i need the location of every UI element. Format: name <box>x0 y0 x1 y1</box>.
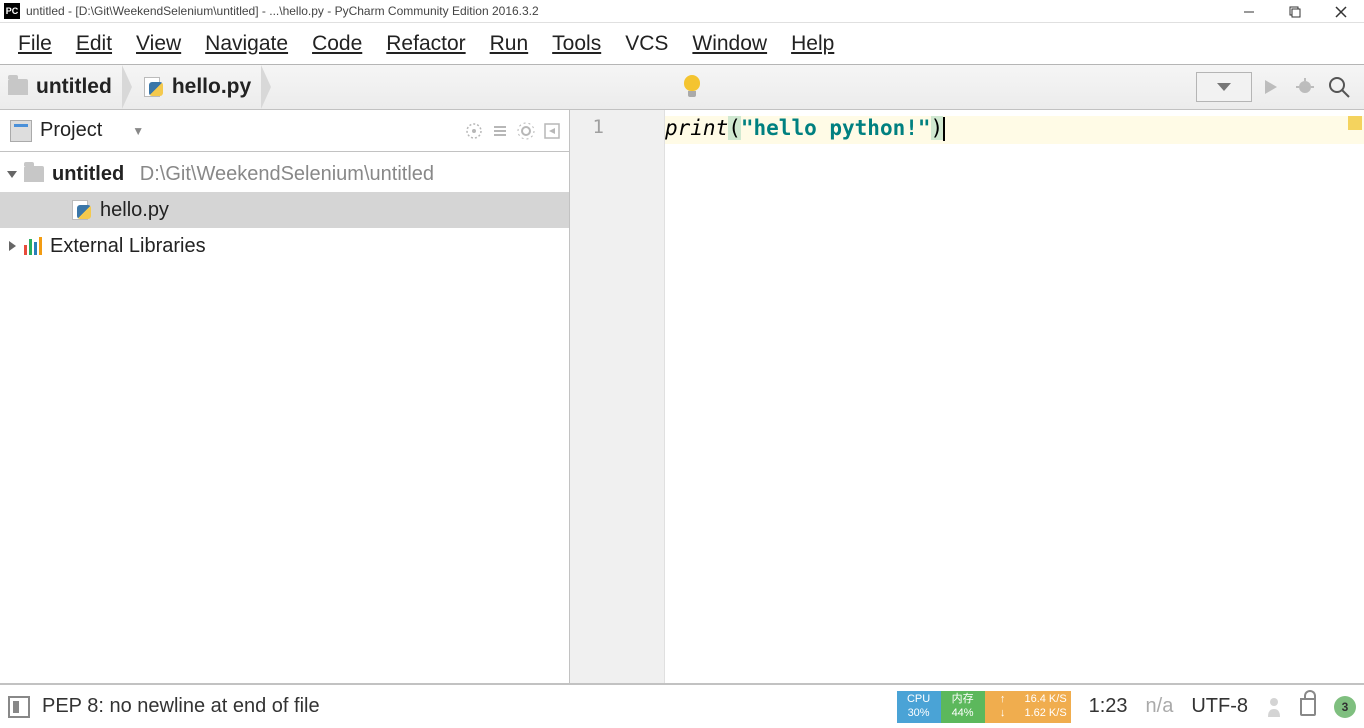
file-encoding[interactable]: UTF-8 <box>1191 695 1248 718</box>
inspections-indicator-icon[interactable] <box>1266 697 1282 717</box>
project-panel-title: Project <box>40 119 102 142</box>
chevron-down-icon[interactable]: ▼ <box>132 124 144 138</box>
intention-bulb-icon[interactable] <box>682 75 702 99</box>
breadcrumb: untitled hello.py <box>0 65 261 109</box>
tree-root-label: untitled D:\Git\WeekendSelenium\untitled <box>52 163 434 186</box>
project-tree[interactable]: untitled D:\Git\WeekendSelenium\untitled… <box>0 152 569 683</box>
inspection-marker-icon[interactable] <box>1348 116 1362 130</box>
menu-file[interactable]: File <box>6 32 64 56</box>
folder-icon <box>8 79 28 95</box>
menu-edit[interactable]: Edit <box>64 32 124 56</box>
tree-file-label: hello.py <box>100 199 169 222</box>
breadcrumb-project-label: untitled <box>36 75 112 99</box>
tool-windows-toggle-icon[interactable] <box>8 696 30 718</box>
tree-project-root[interactable]: untitled D:\Git\WeekendSelenium\untitled <box>0 156 569 192</box>
tree-file-hello[interactable]: hello.py <box>0 192 569 228</box>
breadcrumb-project[interactable]: untitled <box>0 65 122 109</box>
expand-toggle-icon[interactable] <box>0 240 24 252</box>
project-tool-window: Project ▼ <box>0 110 570 683</box>
main-area: Project ▼ <box>0 110 1364 684</box>
title-bar: PC untitled - [D:\Git\WeekendSelenium\un… <box>0 0 1364 23</box>
project-view-icon <box>10 120 32 142</box>
menu-window[interactable]: Window <box>680 32 779 56</box>
collapse-all-icon[interactable] <box>491 122 509 140</box>
menu-help[interactable]: Help <box>779 32 846 56</box>
cursor-position[interactable]: 1:23 <box>1089 695 1128 718</box>
run-config-dropdown[interactable] <box>1196 72 1252 102</box>
menu-navigate[interactable]: Navigate <box>193 32 300 56</box>
tree-external-label: External Libraries <box>50 235 206 258</box>
python-file-icon <box>72 200 92 220</box>
debug-button[interactable] <box>1290 72 1320 102</box>
window-title: untitled - [D:\Git\WeekendSelenium\untit… <box>26 4 539 18</box>
menu-tools[interactable]: Tools <box>540 32 613 56</box>
tree-external-libraries[interactable]: External Libraries <box>0 228 569 264</box>
menu-code[interactable]: Code <box>300 32 374 56</box>
menu-view[interactable]: View <box>124 32 193 56</box>
status-message: PEP 8: no newline at end of file <box>42 695 320 718</box>
system-monitor-widget[interactable]: CPU 30% 内存 44% ↑ ↓ 16.4 K/S 1.62 K/S <box>897 691 1071 723</box>
python-file-icon <box>144 77 164 97</box>
notifications-badge[interactable]: 3 <box>1334 696 1356 718</box>
settings-gear-icon[interactable] <box>517 122 535 140</box>
menu-vcs[interactable]: VCS <box>613 32 680 56</box>
breadcrumb-file[interactable]: hello.py <box>122 65 261 109</box>
code-editor[interactable]: 1 print("hello python!") <box>570 110 1364 683</box>
text-cursor <box>943 117 945 141</box>
read-only-lock-icon[interactable] <box>1300 698 1316 716</box>
breadcrumb-file-label: hello.py <box>172 75 251 99</box>
libraries-icon <box>24 237 42 255</box>
run-button[interactable] <box>1256 72 1286 102</box>
project-panel-header[interactable]: Project ▼ <box>0 110 569 152</box>
code-line[interactable]: print("hello python!") <box>665 116 1364 144</box>
menu-bar: File Edit View Navigate Code Refactor Ru… <box>0 23 1364 65</box>
search-everywhere-button[interactable] <box>1324 72 1354 102</box>
folder-icon <box>24 166 44 182</box>
line-separator[interactable]: n/a <box>1146 695 1174 718</box>
status-bar: PEP 8: no newline at end of file CPU 30%… <box>0 684 1364 728</box>
maximize-button[interactable] <box>1272 0 1318 23</box>
toolbar-right <box>1196 65 1354 109</box>
minimize-button[interactable] <box>1226 0 1272 23</box>
close-button[interactable] <box>1318 0 1364 23</box>
window-controls <box>1226 0 1364 23</box>
scroll-from-source-icon[interactable] <box>465 122 483 140</box>
expand-toggle-icon[interactable] <box>0 168 24 180</box>
navigation-bar: untitled hello.py <box>0 65 1364 110</box>
hide-panel-icon[interactable] <box>543 122 561 140</box>
line-number: 1 <box>570 116 664 144</box>
editor-gutter[interactable]: 1 <box>570 110 665 683</box>
menu-run[interactable]: Run <box>478 32 541 56</box>
app-icon: PC <box>4 3 20 19</box>
menu-refactor[interactable]: Refactor <box>374 32 477 56</box>
editor-content[interactable]: print("hello python!") <box>665 110 1364 683</box>
